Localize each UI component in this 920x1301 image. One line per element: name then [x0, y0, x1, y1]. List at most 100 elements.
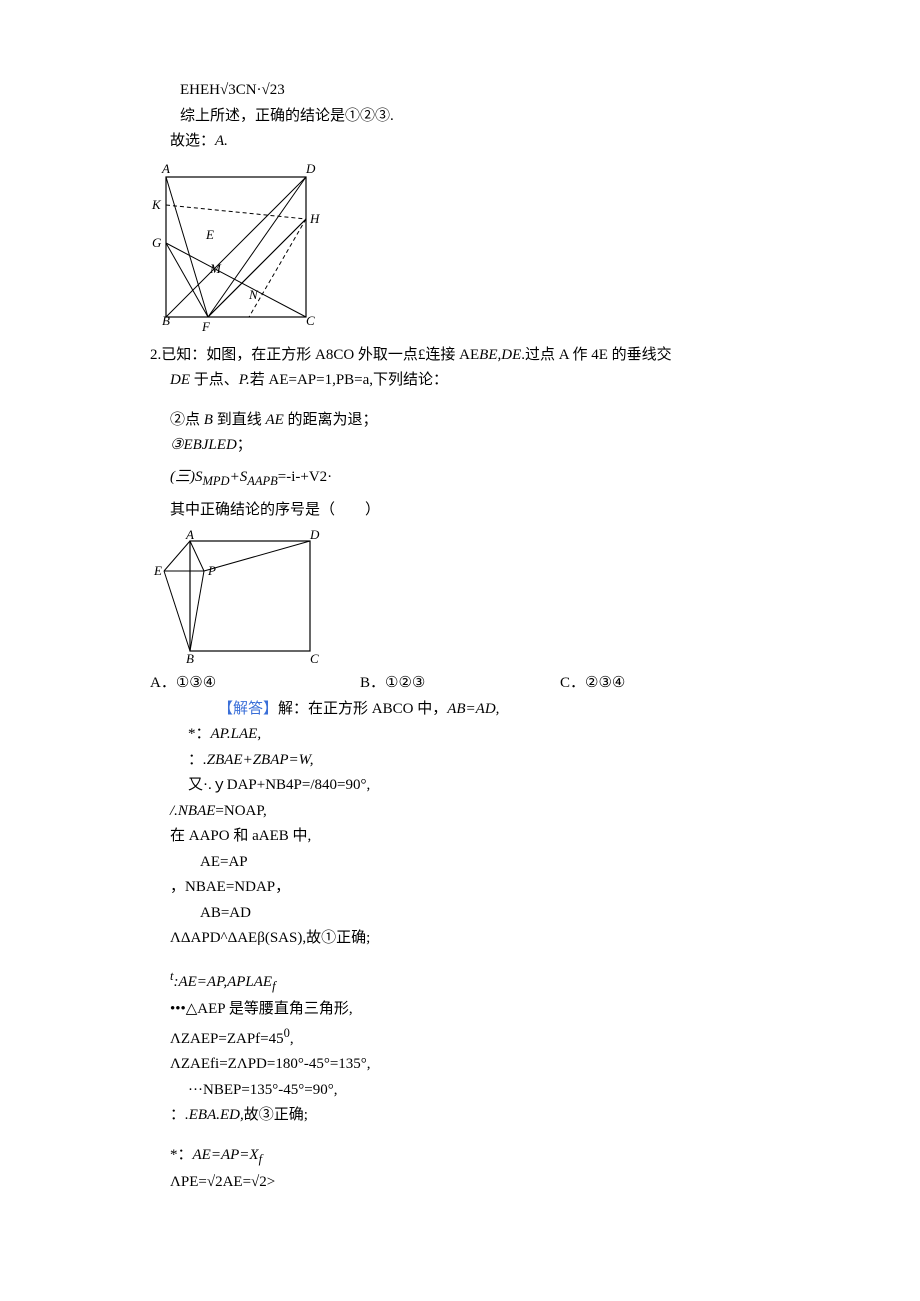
svg-text:K: K: [151, 197, 162, 212]
q2-cond-4: (三)SMPD+SAAPB=-i-+V2·: [170, 465, 800, 492]
q2c2-b: B: [204, 412, 213, 428]
q2c4-f: =-i-+V2·: [278, 469, 332, 485]
svg-text:M: M: [209, 261, 222, 276]
svg-text:E: E: [153, 563, 162, 578]
q2-cond-3: ③EBJLED；: [170, 433, 800, 459]
sol-line-4: 又·.ｙDAP+NB4P=/840=90°,: [188, 773, 800, 799]
svg-text:C: C: [306, 313, 315, 328]
q2-stem-1b: BE,DE: [479, 347, 521, 363]
sol-16a: ：: [170, 1107, 185, 1123]
sol-line-9: AB=AD: [200, 901, 800, 927]
svg-text:P: P: [207, 563, 216, 578]
q2c4-c: +S: [230, 469, 248, 485]
svg-text:H: H: [309, 211, 320, 226]
q2c4-b: MPD: [203, 474, 230, 488]
svg-text:B: B: [186, 651, 194, 666]
q2c2-e: 的距离为退；: [284, 412, 378, 428]
blank-1: [170, 394, 800, 408]
q2c2-c: 到直线: [213, 412, 266, 428]
q2-stem-line1: 2.已知：如图，在正方形 A8CO 外取一点£连接 AEBE,DE.过点 A 作…: [150, 343, 800, 369]
svg-text:D: D: [309, 527, 320, 542]
q2c2-a: ②点: [170, 412, 204, 428]
sol-line-5: /.NBAE=NOAP,: [170, 799, 800, 825]
q2c4-a: (三)S: [170, 469, 203, 485]
line-eq: EHEH√3CN·√23: [180, 78, 800, 104]
q2-stem-2a: DE: [170, 372, 194, 388]
choice-a-text: ①③④: [176, 671, 216, 697]
sol-17a: *：: [170, 1147, 193, 1163]
choice-b-text: ①②③: [385, 671, 425, 697]
sol-16b: .EBA.ED,: [185, 1107, 244, 1123]
figure-2-svg: A D E P B C: [150, 527, 340, 667]
line-therefore: 故选：A.: [170, 129, 800, 155]
q2c3-c: ；: [237, 437, 252, 453]
sol-16c: 故③正确;: [244, 1107, 308, 1123]
sol-line-1: 【解答】解：在正方形 ABCO 中，AB=AD,: [218, 697, 800, 723]
sol-17b: AE=AP=X: [193, 1147, 259, 1163]
therefore-prefix: 故选：: [170, 133, 215, 149]
q2c3-b: EBJLED: [183, 437, 236, 453]
sol-3b: .ZBAE+ZBAP=W,: [203, 752, 314, 768]
choice-c-text: ②③④: [585, 671, 625, 697]
sol-2b: AP.LAE,: [211, 726, 262, 742]
sol-line-12: •••△AEP 是等腰直角三角形,: [170, 997, 800, 1023]
sol-1b: AB=AD,: [447, 701, 499, 717]
choice-c: C．②③④: [560, 671, 625, 697]
sol-line-11: t:AE=AP,APLAEf: [170, 966, 800, 997]
sol-line-7: AE=AP: [200, 850, 800, 876]
sol-line-8: ，NBAE=NDAP，: [170, 875, 800, 901]
sol-line-2: *：AP.LAE,: [188, 722, 800, 748]
sol-13c: ,: [290, 1031, 294, 1047]
sol-line-15: ···NBEP=135°-45°=90°,: [188, 1078, 800, 1104]
sol-line-10: ΛΔAPD^ΔAEβ(SAS),故①正确;: [170, 926, 800, 952]
sol-line-6: 在 AAPO 和 aAEB 中,: [170, 824, 800, 850]
choice-b: B．①②③: [360, 671, 560, 697]
q2-stem-1a: 2.已知：如图，在正方形 A8CO 外取一点£连接 AE: [150, 347, 479, 363]
sol-13a: ΛZAEP=ZAPf=45: [170, 1031, 284, 1047]
therefore-answer: A.: [215, 133, 228, 149]
choice-c-label: C．: [560, 671, 585, 697]
blank-3: [150, 1129, 800, 1143]
sol-line-13: ΛZAEP=ZAPf=450,: [170, 1023, 800, 1053]
choice-a-label: A．: [150, 671, 176, 697]
choice-b-label: B．: [360, 671, 385, 697]
q2c4-e: APB: [255, 474, 278, 488]
svg-text:C: C: [310, 651, 319, 666]
q2-cond-2: ②点 B 到直线 AE 的距离为退；: [170, 408, 800, 434]
q2-stem-1c: .过点 A 作 4E 的垂线交: [521, 347, 671, 363]
sol-3a: ：: [188, 752, 203, 768]
answer-label: 【解答】: [218, 701, 278, 717]
svg-text:G: G: [152, 235, 162, 250]
q2-stem-2tail: 若 AE=AP=1,PB=a,下列结论：: [250, 372, 448, 388]
svg-text:F: F: [201, 319, 211, 334]
q2-stem-2mid: 于点、: [194, 372, 239, 388]
sol-line-3: ：.ZBAE+ZBAP=W,: [188, 748, 800, 774]
q2c3-a: ③: [170, 437, 183, 453]
q2-ask: 其中正确结论的序号是（ ）: [170, 498, 800, 524]
svg-text:D: D: [305, 161, 316, 176]
choice-a: A．①③④: [150, 671, 360, 697]
svg-text:A: A: [161, 161, 170, 176]
sol-5a: /.NBAE: [170, 803, 215, 819]
figure-2: A D E P B C: [150, 527, 800, 667]
q2-stem-line2: DE 于点、P.若 AE=AP=1,PB=a,下列结论：: [170, 368, 800, 394]
sol-5b: =NOAP,: [215, 803, 266, 819]
svg-text:E: E: [205, 227, 214, 242]
sol-11b: :AE=AP,APLAE: [173, 974, 272, 990]
sol-line-18: ΛPE=√2AE=√2>: [170, 1170, 800, 1196]
sol-1a: 解：在正方形 ABCO 中，: [278, 701, 447, 717]
svg-text:A: A: [185, 527, 194, 542]
figure-1: A D B C K H G E M N F: [146, 159, 800, 339]
q2-stem-2p: P.: [239, 372, 250, 388]
sol-17c: f: [259, 1152, 262, 1166]
figure-1-svg: A D B C K H G E M N F: [146, 159, 326, 339]
svg-text:N: N: [248, 287, 259, 302]
line-summary: 综上所述，正确的结论是①②③.: [180, 104, 800, 130]
choices-row: A．①③④ B．①②③ C．②③④: [150, 671, 800, 697]
sol-line-17: *：AE=AP=Xf: [170, 1143, 800, 1170]
sol-line-14: ΛZAEfi=ZΛPD=180°-45°=135°,: [170, 1052, 800, 1078]
svg-text:B: B: [162, 313, 170, 328]
sol-line-16: ：.EBA.ED,故③正确;: [170, 1103, 800, 1129]
sol-11c: f: [272, 979, 275, 993]
sol-2a: *：: [188, 726, 211, 742]
